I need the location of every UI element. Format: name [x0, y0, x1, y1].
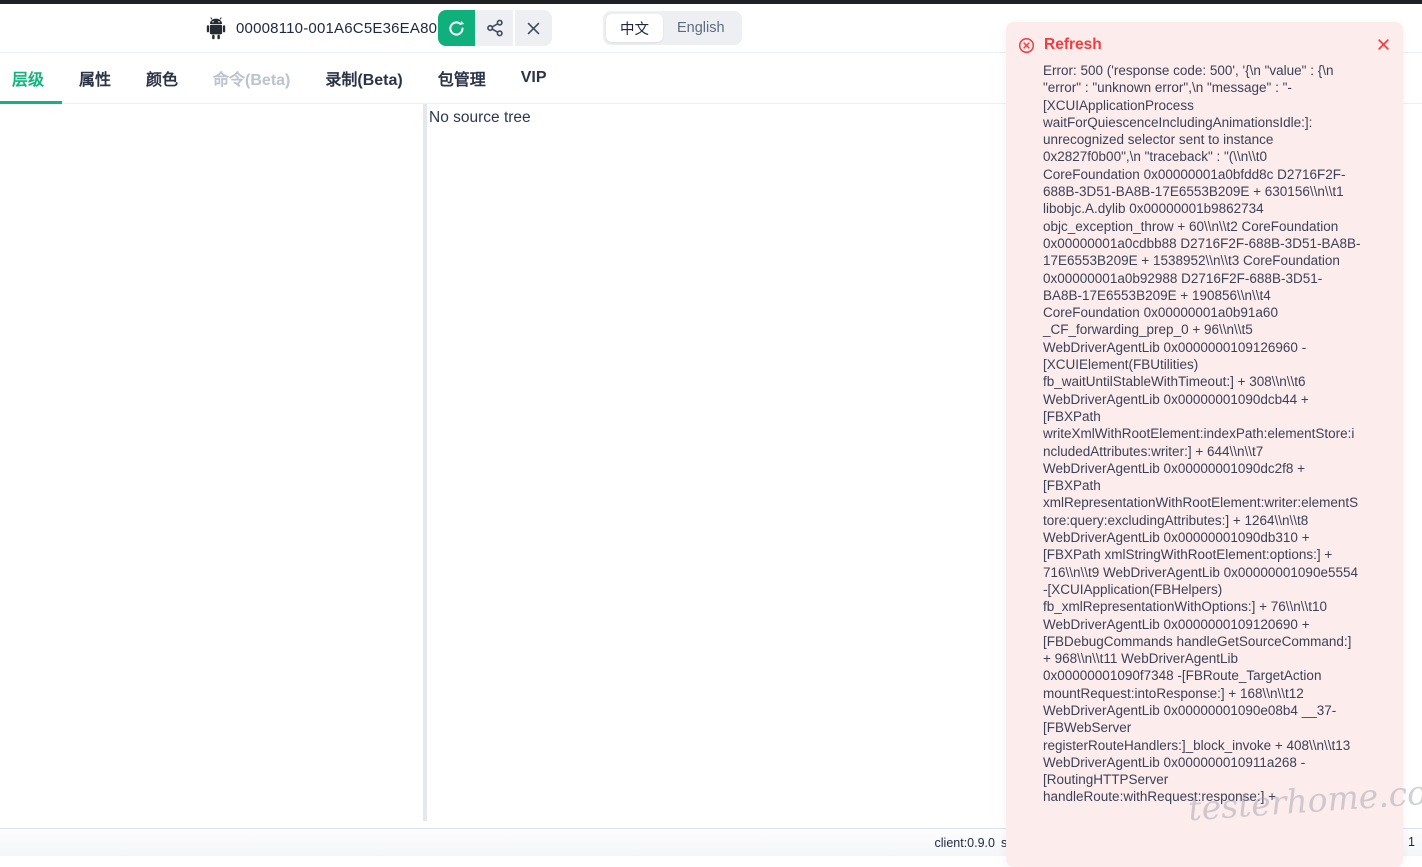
close-icon	[525, 20, 542, 37]
tab-package-manager[interactable]: 包管理	[438, 66, 486, 90]
tab-hierarchy[interactable]: 层级	[12, 66, 44, 90]
error-notification-header: Refresh	[1006, 22, 1403, 59]
tab-recording-beta[interactable]: 录制(Beta)	[325, 66, 402, 90]
android-icon	[206, 17, 226, 40]
tab-vip[interactable]: VIP	[521, 69, 547, 87]
tab-properties[interactable]: 属性	[79, 66, 111, 90]
refresh-icon	[447, 19, 466, 38]
refresh-button[interactable]	[438, 10, 475, 46]
error-close-button[interactable]	[1375, 36, 1391, 52]
error-message: Error: 500 ('response code: 500', '{\n "…	[1043, 63, 1361, 805]
device-serial: 00008110-001A6C5E36EA801E	[236, 20, 456, 37]
share-button[interactable]	[476, 10, 513, 46]
empty-tree-message: No source tree	[429, 109, 531, 126]
error-notification: Refresh Error: 500 ('response code: 500'…	[1006, 22, 1403, 867]
error-circle-icon	[1018, 37, 1035, 54]
device-action-buttons	[438, 10, 552, 46]
language-option-chinese[interactable]: 中文	[606, 14, 663, 42]
error-title: Refresh	[1044, 36, 1102, 53]
tab-commands-beta: 命令(Beta)	[213, 72, 291, 89]
device-screen-pane	[0, 104, 423, 821]
share-icon	[485, 18, 505, 38]
tab-colors[interactable]: 颜色	[146, 66, 178, 90]
disconnect-button[interactable]	[515, 10, 552, 46]
language-toggle: 中文 English	[603, 11, 742, 45]
status-right-fragment: 1	[1408, 835, 1415, 849]
client-version-label: client:0.9.0	[934, 836, 995, 850]
language-option-english[interactable]: English	[663, 14, 739, 42]
